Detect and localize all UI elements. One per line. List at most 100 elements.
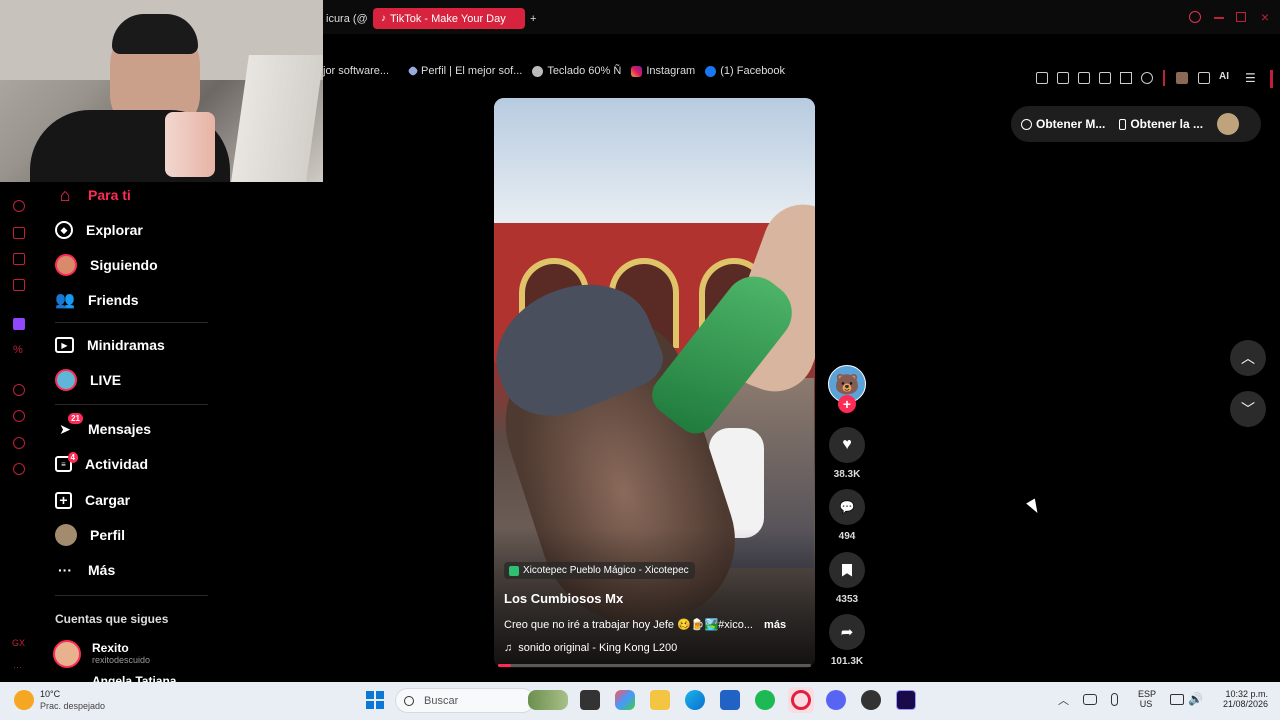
- task-view-icon[interactable]: [580, 690, 600, 710]
- tiktok-icon: ♪: [381, 13, 386, 24]
- video-player[interactable]: [494, 98, 815, 668]
- nav-mensajes[interactable]: ➤ 21 Mensajes: [55, 413, 151, 442]
- restore-window-icon[interactable]: [1236, 12, 1246, 22]
- film-icon: ▶: [55, 337, 74, 353]
- bookmark-perfil[interactable]: Perfil | El mejor sof...: [407, 65, 522, 77]
- follow-button[interactable]: +: [838, 395, 856, 413]
- copilot-icon[interactable]: [615, 690, 635, 710]
- share-button[interactable]: ➦: [829, 614, 865, 650]
- nav-explorar[interactable]: ◆ Explorar: [55, 217, 143, 243]
- nav-perfil[interactable]: Perfil: [55, 522, 125, 548]
- history-icon[interactable]: [13, 410, 25, 422]
- spotify-icon[interactable]: [755, 690, 775, 710]
- comment-button[interactable]: 💬: [829, 489, 865, 525]
- bookmark-teclado[interactable]: Teclado 60% Ñ: [532, 65, 621, 77]
- premiere-icon[interactable]: [896, 690, 916, 710]
- gx-icon[interactable]: GX: [12, 638, 25, 648]
- friends-icon: 👥: [55, 292, 75, 309]
- previous-video-button[interactable]: ︿: [1230, 340, 1266, 376]
- twitch-icon[interactable]: [13, 318, 25, 330]
- comment-icon: 💬: [839, 500, 855, 514]
- windows-start-icon[interactable]: [366, 691, 384, 709]
- mug: [165, 112, 215, 177]
- video-sound[interactable]: ♫ sonido original - King Kong L200: [504, 642, 677, 654]
- nav-divider: [55, 595, 208, 596]
- settings-icon[interactable]: [13, 463, 25, 475]
- get-app-pill: Obtener M... Obtener la ...: [1011, 106, 1261, 142]
- app-icon: [1021, 118, 1032, 130]
- minimize-window-icon[interactable]: [1214, 17, 1224, 19]
- next-video-button[interactable]: ﹀: [1230, 391, 1266, 427]
- more-dots-icon[interactable]: ···: [13, 662, 22, 672]
- extensions-icon[interactable]: [13, 437, 25, 449]
- percent-icon[interactable]: %: [13, 344, 25, 356]
- language-indicator[interactable]: ESP US: [1138, 689, 1156, 709]
- nav-friends[interactable]: 👥 Friends: [55, 287, 139, 313]
- player-icon[interactable]: [13, 384, 25, 396]
- chevron-up-icon[interactable]: ︿: [1058, 692, 1069, 708]
- clock[interactable]: 10:32 p.m. 21/08/2026: [1212, 689, 1268, 709]
- nav-actividad[interactable]: ≡ 4 Actividad: [55, 451, 148, 477]
- comments-count: 494: [838, 531, 856, 542]
- opera-chat-icon[interactable]: [13, 253, 25, 265]
- user-avatar[interactable]: [1217, 113, 1240, 135]
- bookmarks-bar: jor software... Perfil | El mejor sof...…: [323, 60, 1280, 82]
- following-account-angela[interactable]: Angela Tatiana: [53, 673, 213, 682]
- bookmark-instagram[interactable]: Instagram: [631, 65, 695, 77]
- webcam-overlay: [0, 0, 323, 182]
- video-author[interactable]: Los Cumbiosos Mx: [504, 591, 623, 606]
- following-account-rexito[interactable]: Rexito rexitodescuido: [53, 640, 213, 668]
- weather-icon[interactable]: [14, 690, 34, 710]
- instagram-icon: [631, 65, 643, 77]
- obs-icon[interactable]: [861, 690, 881, 710]
- nav-live[interactable]: LIVE: [55, 367, 121, 393]
- nav-minidramas[interactable]: ▶ Minidramas: [55, 332, 165, 358]
- nav-para-ti[interactable]: ⌂ Para ti: [55, 182, 131, 208]
- chevron-down-icon: ﹀: [1241, 401, 1255, 417]
- microphone-icon[interactable]: [1111, 693, 1118, 706]
- nav-cargar[interactable]: + Cargar: [55, 487, 130, 513]
- nav-siguiendo[interactable]: Siguiendo: [55, 252, 158, 278]
- save-button[interactable]: [829, 552, 865, 588]
- weather-temp[interactable]: 10°C: [40, 689, 60, 699]
- close-window-icon[interactable]: ×: [1258, 8, 1272, 26]
- video-caption: Creo que no iré a trabajar hoy Jefe 🥴🍺🏞️…: [504, 619, 787, 631]
- network-icon[interactable]: [1170, 694, 1184, 705]
- chevron-up-icon: ︿: [1241, 350, 1255, 366]
- search-icon[interactable]: [1189, 11, 1201, 23]
- caption-more-link[interactable]: más: [764, 619, 786, 631]
- get-mobile-app-button[interactable]: Obtener la ...: [1119, 117, 1203, 131]
- get-app-button[interactable]: Obtener M...: [1021, 117, 1105, 131]
- video-progress-bar[interactable]: [498, 664, 811, 667]
- bookmark-software[interactable]: jor software...: [323, 65, 389, 77]
- opera-ai-icon[interactable]: [13, 200, 25, 212]
- shares-count: 101.3K: [830, 656, 864, 667]
- location-tag[interactable]: Xicotepec Pueblo Mágico - Xicotepec: [504, 562, 695, 579]
- video-progress-fill: [498, 664, 511, 667]
- file-explorer-icon[interactable]: [650, 690, 670, 710]
- paper-plane-icon: ➤ 21: [55, 413, 83, 439]
- weather-description[interactable]: Prac. despejado: [40, 701, 105, 711]
- store-icon[interactable]: [720, 690, 740, 710]
- more-icon: ···: [58, 562, 72, 578]
- location-icon: [509, 565, 519, 576]
- discord-icon[interactable]: [826, 690, 846, 710]
- compass-icon: ◆: [55, 221, 73, 239]
- opera-gx-icon[interactable]: [791, 690, 811, 710]
- like-button[interactable]: ♥: [829, 427, 865, 463]
- search-highlight-icon[interactable]: [528, 690, 568, 710]
- volume-icon[interactable]: 🔊: [1188, 692, 1203, 706]
- browser-tab-instagram[interactable]: icura (@: [318, 8, 368, 29]
- search-icon: [404, 695, 414, 706]
- new-tab-button[interactable]: +: [526, 8, 544, 29]
- opera-store-icon[interactable]: [13, 227, 25, 239]
- nav-mas[interactable]: ··· Más: [55, 557, 115, 583]
- bookmark-facebook[interactable]: (1) Facebook: [705, 65, 785, 77]
- browser-tab-tiktok[interactable]: ♪ TikTok - Make Your Day: [373, 8, 525, 29]
- taskbar-search[interactable]: Buscar: [395, 688, 535, 713]
- opera-mail-icon[interactable]: [13, 279, 25, 291]
- phone-icon: [1119, 118, 1127, 130]
- cloud-off-icon[interactable]: [1083, 694, 1097, 705]
- opera-sidebar: % GX ···: [0, 182, 38, 682]
- edge-icon[interactable]: [685, 690, 705, 710]
